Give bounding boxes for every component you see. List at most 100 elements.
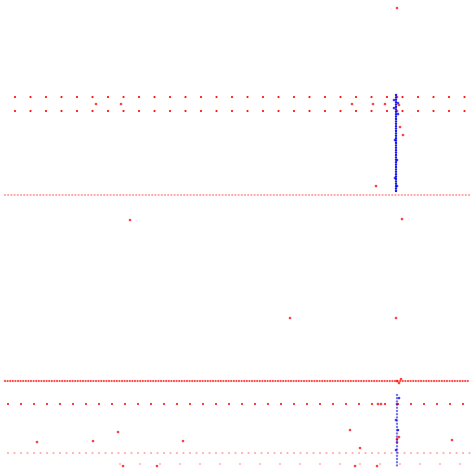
scatter-point: [250, 379, 254, 383]
scatter-point: [261, 379, 264, 383]
scatter-point: [395, 400, 399, 403]
scatter-point: [52, 451, 55, 455]
scatter-point: [35, 440, 39, 444]
scatter-point: [26, 451, 29, 455]
scatter-point: [123, 451, 127, 455]
scatter-point: [310, 379, 313, 383]
scatter-point: [451, 379, 454, 383]
scatter-point: [188, 379, 191, 383]
scatter-point: [170, 193, 173, 197]
scatter-point: [10, 193, 13, 197]
plot-canvas: [3, 6, 471, 468]
scatter-point: [48, 193, 51, 197]
scatter-point: [359, 193, 362, 197]
scatter-point: [448, 193, 451, 197]
scatter-point: [179, 193, 183, 197]
scatter-point: [175, 379, 178, 383]
scatter-point: [349, 193, 352, 197]
scatter-point: [211, 379, 215, 383]
scatter-point: [378, 379, 381, 383]
scatter-point: [387, 193, 391, 197]
scatter-point: [218, 462, 222, 466]
scatter-point: [300, 379, 303, 383]
scatter-point: [331, 402, 335, 406]
scatter-point: [374, 184, 378, 188]
scatter-point: [181, 439, 185, 443]
scatter-point: [314, 193, 317, 197]
scatter-point: [364, 451, 367, 455]
scatter-point: [394, 187, 398, 190]
scatter-point: [198, 462, 202, 466]
scatter-point: [221, 193, 224, 197]
scatter-point: [87, 193, 90, 197]
scatter-point: [328, 379, 332, 383]
scatter-point: [201, 451, 205, 455]
scatter-point: [136, 451, 140, 455]
scatter-point: [6, 402, 10, 406]
scatter-point: [422, 379, 425, 383]
scatter-point: [234, 193, 237, 197]
scatter-point: [199, 109, 203, 113]
scatter-point: [176, 193, 179, 197]
scatter-point: [48, 379, 51, 383]
scatter-point: [266, 193, 269, 197]
scatter-point: [26, 193, 29, 197]
scatter-point: [253, 379, 256, 383]
scatter-point: [326, 379, 329, 383]
scatter-point: [354, 379, 358, 383]
scatter-point: [395, 435, 399, 438]
scatter-point: [115, 379, 118, 383]
scatter-point: [144, 193, 147, 197]
scatter-point: [23, 193, 26, 197]
scatter-point: [331, 379, 334, 383]
scatter-point: [373, 379, 376, 383]
scatter-point: [339, 95, 342, 99]
scatter-point: [65, 451, 68, 455]
scatter-point: [74, 379, 77, 383]
scatter-point: [222, 379, 225, 383]
scatter-point: [118, 379, 121, 383]
scatter-point: [401, 379, 404, 383]
scatter-point: [84, 379, 87, 383]
scatter-point: [417, 379, 420, 383]
scatter-point: [381, 193, 384, 197]
scatter-point: [162, 402, 166, 406]
scatter-point: [45, 193, 48, 197]
scatter-point: [105, 379, 108, 383]
scatter-point: [395, 461, 399, 464]
scatter-point: [137, 109, 141, 113]
scatter-point: [63, 379, 66, 383]
scatter-point: [109, 193, 112, 197]
scatter-point: [385, 95, 389, 99]
scatter-point: [167, 379, 170, 383]
scatter-point: [394, 122, 398, 126]
scatter-point: [384, 193, 387, 197]
scatter-point: [122, 193, 125, 197]
scatter-point: [19, 379, 22, 383]
scatter-point: [110, 451, 114, 455]
scatter-point: [160, 193, 163, 197]
scatter-point: [425, 379, 428, 383]
scatter-point: [308, 109, 311, 113]
scatter-point: [211, 193, 215, 197]
scatter-point: [141, 193, 144, 197]
scatter-point: [91, 451, 94, 455]
scatter-point: [394, 316, 398, 320]
scatter-point: [66, 379, 69, 383]
scatter-point: [435, 402, 439, 406]
scatter-point: [104, 451, 107, 455]
scatter-point: [277, 109, 280, 113]
scatter-point: [258, 379, 261, 383]
scatter-point: [432, 193, 435, 197]
scatter-point: [91, 95, 94, 99]
scatter-point: [308, 95, 311, 99]
scatter-point: [266, 451, 270, 455]
scatter-point: [230, 379, 233, 383]
scatter-point: [383, 402, 387, 406]
scatter-point: [282, 193, 285, 197]
scatter-point: [397, 193, 400, 197]
scatter-point: [64, 193, 67, 197]
scatter-point: [395, 422, 399, 425]
scatter-point: [277, 95, 280, 99]
scatter-point: [11, 379, 14, 383]
